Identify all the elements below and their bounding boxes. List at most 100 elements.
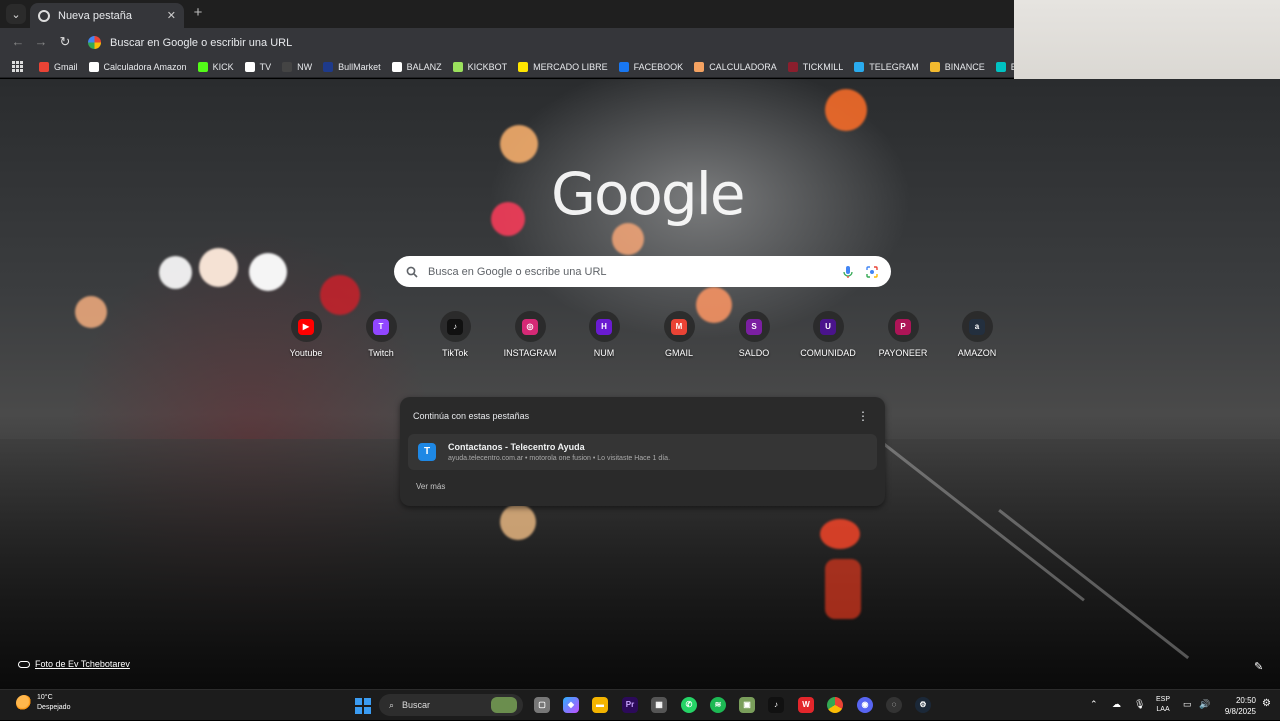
telegram-icon	[854, 61, 865, 72]
instagram-icon: ◎	[522, 318, 538, 335]
payoneer-icon: P	[895, 318, 911, 335]
bookmark-label: FACEBOOK	[633, 61, 684, 72]
shortcut-tile[interactable]: M GMAIL	[642, 311, 716, 358]
discord-icon[interactable]: ◉	[857, 697, 873, 713]
bookmark-item[interactable]: TELEGRAM	[854, 61, 919, 72]
whatsapp-icon[interactable]: ✆	[681, 697, 697, 713]
bookmark-item[interactable]: FACEBOOK	[618, 61, 684, 72]
network-icon[interactable]: ▭	[1183, 699, 1192, 710]
bookmark-item[interactable]: TICKMILL	[787, 61, 844, 72]
shortcut-tile[interactable]: S SALDO	[717, 311, 791, 358]
search-box[interactable]	[394, 256, 891, 287]
chevron-up-icon[interactable]: ⌃	[1090, 699, 1098, 710]
onedrive-icon[interactable]: ☁	[1112, 699, 1121, 710]
shortcut-circle: U	[812, 311, 844, 342]
copilot-icon[interactable]: ◆	[563, 697, 579, 713]
bookmark-item[interactable]: BullMarket	[323, 61, 381, 72]
apps-grid-icon[interactable]	[12, 61, 23, 72]
file-explorer-icon[interactable]: ▬	[592, 697, 608, 713]
reload-icon[interactable]: ↻	[57, 34, 73, 50]
steam-icon[interactable]: ⚙	[915, 697, 931, 713]
tab-search-button[interactable]: ⌄	[6, 4, 26, 24]
shortcut-tile[interactable]: T Twitch	[344, 311, 418, 358]
bookmark-item[interactable]: Calculadora Amazon	[88, 61, 187, 72]
google-icon	[88, 36, 101, 49]
taskbar-search[interactable]: ⌕ Buscar	[379, 694, 523, 716]
bookmark-item[interactable]: BALANZ	[391, 61, 442, 72]
kick-icon	[197, 61, 208, 72]
more-options-icon[interactable]: ⋮	[857, 409, 869, 423]
bookmark-label: TICKMILL	[802, 61, 844, 72]
chrome-icon[interactable]	[827, 697, 843, 713]
shortcut-tile[interactable]: H NUM	[567, 311, 641, 358]
bookmark-item[interactable]: BINANCE	[929, 61, 985, 72]
bookmark-item[interactable]: Gmail	[39, 61, 78, 72]
shortcut-tile[interactable]: ▶ Youtube	[269, 311, 343, 358]
bookmark-item[interactable]: TV	[244, 61, 272, 72]
bookmark-label: TELEGRAM	[869, 61, 919, 72]
windows-taskbar: 10°C Despejado ⌕ Buscar ▢ ◆ ▬ Pr ▦ ✆ ≋ ▣…	[0, 689, 1280, 720]
continue-tab-item[interactable]: T Contactanos - Telecentro Ayuda ayuda.t…	[408, 434, 877, 470]
customize-pencil-icon[interactable]: ✎	[1254, 660, 1263, 673]
spotify-icon[interactable]: ≋	[710, 697, 726, 713]
shortcut-label: NUM	[593, 348, 615, 358]
shortcut-tile[interactable]: ◎ INSTAGRAM	[493, 311, 567, 358]
amazon-icon	[88, 61, 99, 72]
wps-icon[interactable]: W	[798, 697, 814, 713]
weather-widget[interactable]: 10°C Despejado	[16, 693, 70, 713]
tab-new-tab[interactable]: Nueva pestaña ✕	[30, 3, 184, 28]
google-lens-icon[interactable]	[865, 265, 879, 279]
search-input[interactable]	[428, 265, 831, 278]
back-icon[interactable]: ←	[10, 34, 26, 50]
continue-item-title: Contactanos - Telecentro Ayuda	[448, 442, 585, 452]
calculadora-icon	[694, 61, 705, 72]
nw-icon	[282, 61, 293, 72]
address-bar[interactable]: Buscar en Google o escribir una URL	[80, 31, 1010, 54]
microphone-icon[interactable]: 🎙	[1134, 699, 1145, 710]
bookmark-label: BINANCE	[944, 61, 985, 72]
address-bar-text: Buscar en Google o escribir una URL	[110, 36, 293, 49]
tiktok-icon[interactable]: ♪	[768, 697, 784, 713]
bookmark-item[interactable]: KICK	[197, 61, 234, 72]
shortcut-tile[interactable]: U COMUNIDAD	[791, 311, 865, 358]
shortcut-label: TikTok	[442, 348, 468, 358]
google-logo: Google	[551, 160, 746, 228]
shortcut-tile[interactable]: a AMAZON	[940, 311, 1014, 358]
see-more-link[interactable]: Ver más	[416, 482, 445, 491]
bookmark-item[interactable]: CALCULADORA	[694, 61, 777, 72]
new-tab-button[interactable]: +	[190, 5, 206, 21]
clock[interactable]: 20:50 9/8/2025	[1222, 695, 1256, 717]
shortcut-tile[interactable]: ♪ TikTok	[418, 311, 492, 358]
photos-icon[interactable]: ▣	[739, 697, 755, 713]
language-indicator[interactable]: ESP LAA	[1156, 695, 1170, 715]
task-view-icon[interactable]: ▢	[534, 697, 550, 713]
clock-date: 9/8/2025	[1224, 707, 1256, 716]
tab-title: Nueva pestaña	[58, 9, 132, 22]
bookmark-item[interactable]: KICKBOT	[452, 61, 507, 72]
premiere-icon[interactable]: Pr	[622, 697, 638, 713]
weather-desc: Despejado	[37, 704, 71, 711]
binance-icon	[929, 61, 940, 72]
bookmark-label: NW	[297, 61, 313, 72]
shortcut-tile[interactable]: P PAYONEER	[866, 311, 940, 358]
shortcut-circle: a	[961, 311, 993, 342]
windows-start-icon[interactable]	[355, 698, 371, 714]
obs-icon[interactable]: ◌	[886, 697, 902, 713]
bookmark-item[interactable]: NW	[282, 61, 313, 72]
forward-icon[interactable]: →	[33, 34, 49, 50]
language-code: ESP	[1156, 696, 1171, 703]
microphone-icon[interactable]	[841, 265, 855, 279]
twitch-icon: T	[373, 318, 389, 335]
shortcut-label: AMAZON	[957, 348, 997, 358]
close-icon[interactable]: ✕	[167, 9, 176, 22]
bookmarks-bar: Gmail Calculadora Amazon KICK TV NW BullMarke…	[0, 56, 1136, 78]
store-icon[interactable]: ▦	[651, 697, 667, 713]
shortcut-circle: ♪	[439, 311, 471, 342]
photo-credit-link[interactable]: Foto de Ev Tchebotarev	[18, 659, 130, 669]
volume-icon[interactable]: 🔊	[1199, 699, 1210, 710]
tickmill-icon	[787, 61, 798, 72]
continue-item-meta: ayuda.telecentro.com.ar • motorola one f…	[448, 455, 671, 462]
notifications-icon[interactable]: ⚙	[1262, 698, 1271, 709]
bookmark-item[interactable]: MERCADO LIBRE	[518, 61, 608, 72]
bookmark-label: TV	[259, 61, 272, 72]
